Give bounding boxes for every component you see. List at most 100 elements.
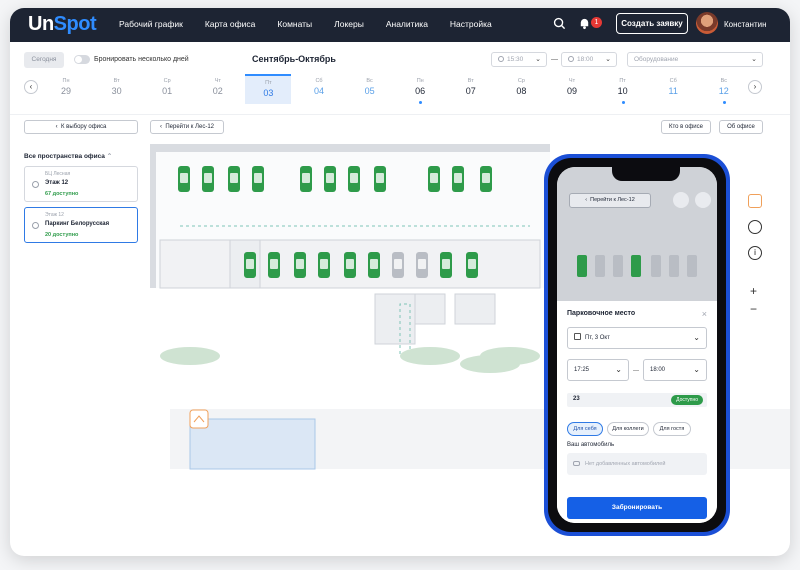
logo[interactable]: UnSpot [28,13,97,36]
chevron-down-icon: ⌄ [693,365,700,374]
space-card[interactable]: БЦ Лесная Этаж 12 67 доступно [24,166,138,202]
day-cell[interactable]: Сб 04 [296,74,342,104]
time-from-select[interactable]: 17:25 ⌄ [567,359,629,381]
edit-icon[interactable] [748,194,762,208]
day-cell[interactable]: Вт 07 [448,74,494,104]
space-radio[interactable] [32,222,39,229]
car-window [326,173,334,183]
chevron-down-icon: ⌄ [751,56,757,63]
day-weekday: Вт [113,78,120,84]
close-icon[interactable]: × [702,309,707,319]
nav-settings[interactable]: Настройка [450,19,492,29]
sheet-title: Парковочное место [567,310,636,317]
booking-sheet: Парковочное место × Пт, 3 Окт ⌄ 17:25 ⌄ — … [557,301,717,523]
phone-map [577,255,697,277]
day-number: 01 [162,86,173,96]
day-cell[interactable]: Пн 06 [397,74,443,104]
day-cell[interactable]: Пт 10 [600,74,646,104]
create-request-button[interactable]: Создать заявку [616,13,688,34]
car-window [482,173,490,183]
day-cell[interactable]: Ср 01 [144,74,190,104]
map-stairs [374,293,416,345]
day-weekday: Пт [265,80,272,86]
search-icon[interactable] [553,17,566,30]
time-from-select[interactable]: 15:30 ⌄ [491,52,547,67]
chip-for-guest[interactable]: Для гостя [653,422,691,436]
parking-spot-occupied[interactable] [613,255,623,277]
car-field[interactable]: Нет добавленных автомобилей [567,453,707,475]
phone-mockup: ‹ Перейти к Лес-12 Парковочное место × П… [544,154,730,536]
chip-for-self[interactable]: Для себя [567,422,603,436]
building-icon[interactable] [673,192,689,208]
day-cell[interactable]: Чт 02 [195,74,241,104]
day-number: 29 [60,86,71,96]
info-icon[interactable]: i [748,246,762,260]
nav-rooms[interactable]: Комнаты [277,19,312,29]
bell-icon[interactable] [578,17,591,30]
parking-spot-free[interactable] [577,255,587,277]
period-title: Сентябрь-Октябрь [252,54,336,64]
day-weekday: Ср [517,78,525,84]
day-cell[interactable]: Вт 30 [94,74,140,104]
car-window [430,173,438,183]
date-select[interactable]: Пт, 3 Окт ⌄ [567,327,707,349]
day-cell[interactable]: Вс 12 [701,74,747,104]
sidebar-title[interactable]: Все пространства офиса ⌃ [24,152,112,160]
parking-spot-occupied[interactable] [595,255,605,277]
about-office-button[interactable]: Об офисе [719,120,763,134]
space-card-selected[interactable]: Этаж 12 Паркинг Белорусская 20 доступно [24,207,138,243]
time-to-select[interactable]: 18:00 ⌄ [643,359,707,381]
parking-icon[interactable] [695,192,711,208]
day-number: 08 [516,86,527,96]
day-weekday: Сб [669,78,677,84]
day-weekday: Чт [214,78,221,84]
spot-number: 23 [573,396,580,402]
day-number: 05 [364,86,375,96]
phone-goto-button[interactable]: ‹ Перейти к Лес-12 [569,193,651,208]
day-cell[interactable]: Чт 09 [549,74,595,104]
parking-spot-free[interactable] [631,255,641,277]
next-days-button[interactable]: › [748,80,762,94]
multi-day-toggle[interactable] [74,55,90,64]
day-cell[interactable]: Вс 05 [347,74,393,104]
phone-notch [612,167,680,181]
goto-floor-button[interactable]: ‹ Перейти к Лес-12 [150,120,224,134]
chevron-down-icon: ⌄ [605,56,611,63]
prev-days-button[interactable]: ‹ [24,80,38,94]
car-window [468,259,476,269]
user-icon[interactable] [748,220,762,234]
book-button[interactable]: Забронировать [567,497,707,519]
entrance-icon[interactable] [189,409,209,429]
day-number: 03 [263,88,274,98]
nav-analytics[interactable]: Аналитика [386,19,428,29]
chevron-down-icon: ⌄ [615,365,622,374]
day-cell[interactable]: Пн 29 [43,74,89,104]
nav-schedule[interactable]: Рабочий график [119,19,183,29]
zoom-out-icon[interactable]: − [750,302,757,316]
day-cell[interactable]: Ср 08 [498,74,544,104]
spot-row: 23 Доступно [567,393,707,407]
nav-office-map[interactable]: Карта офиса [205,19,256,29]
chip-for-colleague[interactable]: Для коллеги [607,422,649,436]
parking-spot-occupied[interactable] [651,255,661,277]
today-button[interactable]: Сегодня [24,52,64,68]
time-to-select[interactable]: 18:00 ⌄ [561,52,617,67]
nav-lockers[interactable]: Локеры [334,19,364,29]
clock-icon [568,56,574,62]
parking-spot-occupied[interactable] [687,255,697,277]
day-cell[interactable]: Пт 03 [245,74,292,104]
user-name[interactable]: Константин [724,20,767,29]
back-to-office-button[interactable]: ‹ К выбору офиса [24,120,138,134]
car-window [376,173,384,183]
car-window [418,259,426,269]
zoom-in-icon[interactable]: + [750,284,757,298]
equipment-select[interactable]: Оборудование ⌄ [627,52,763,67]
notification-badge: 1 [591,17,602,28]
who-in-office-button[interactable]: Кто в офисе [661,120,711,134]
day-cell[interactable]: Сб 11 [650,74,696,104]
car-window [246,259,254,269]
space-radio[interactable] [32,181,39,188]
avatar[interactable] [696,12,718,34]
parking-spot-occupied[interactable] [669,255,679,277]
car-window [180,173,188,183]
